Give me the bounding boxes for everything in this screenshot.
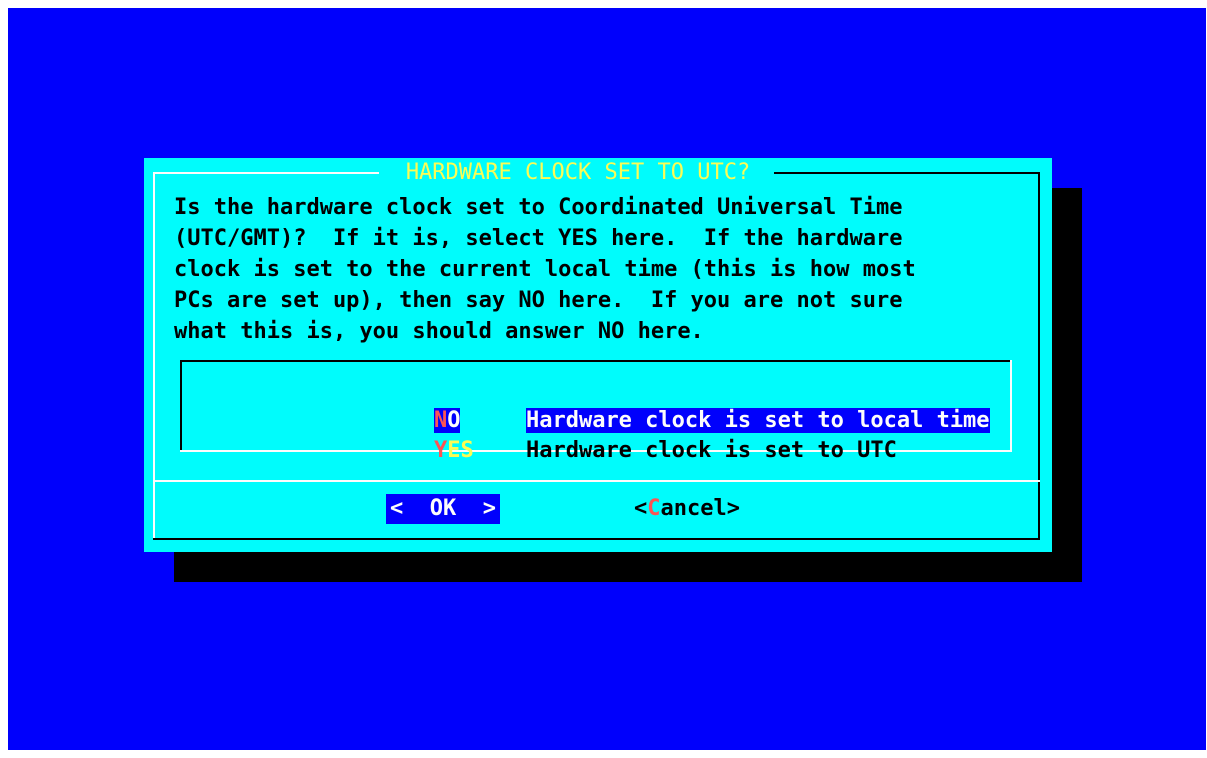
ok-button[interactable]: < OK > [386,494,500,524]
menu-frame-line [1010,360,1012,450]
menu-frame-line [180,360,182,450]
menu-item-no[interactable]: NO Hardware clock is set to local time [328,376,990,433]
menu-item-tag: YES [434,436,526,466]
button-separator [153,480,1040,482]
frame-line [153,172,155,538]
dialog-title: HARDWARE CLOCK SET TO UTC? [405,160,751,185]
cancel-bracket-right: > [726,496,740,521]
option-menu: NO Hardware clock is set to local time YE… [180,360,1012,463]
utc-clock-dialog: HARDWARE CLOCK SET TO UTC? Is the hardwa… [144,158,1052,552]
frame-line [1038,172,1040,538]
cancel-hotkey: C [647,496,661,521]
terminal-screen: HARDWARE CLOCK SET TO UTC? Is the hardwa… [8,8,1206,750]
menu-frame-line [180,360,1012,362]
hotkey-letter: Y [433,438,448,463]
cancel-button[interactable]: <Cancel> [634,494,740,524]
dialog-prompt: Is the hardware clock set to Coordinated… [174,195,916,344]
cancel-bracket-left: < [634,496,648,521]
tag-rest: ES [447,438,474,463]
button-row: < OK > <Cancel> [144,494,1052,524]
frame-line [153,538,1040,540]
cancel-label-rest: ancel [660,496,727,521]
frame-line [153,172,379,174]
menu-item-description: Hardware clock is set to UTC [525,438,897,463]
frame-line [774,172,1038,174]
menu-item-yes[interactable]: YES Hardware clock is set to UTC [328,406,897,463]
